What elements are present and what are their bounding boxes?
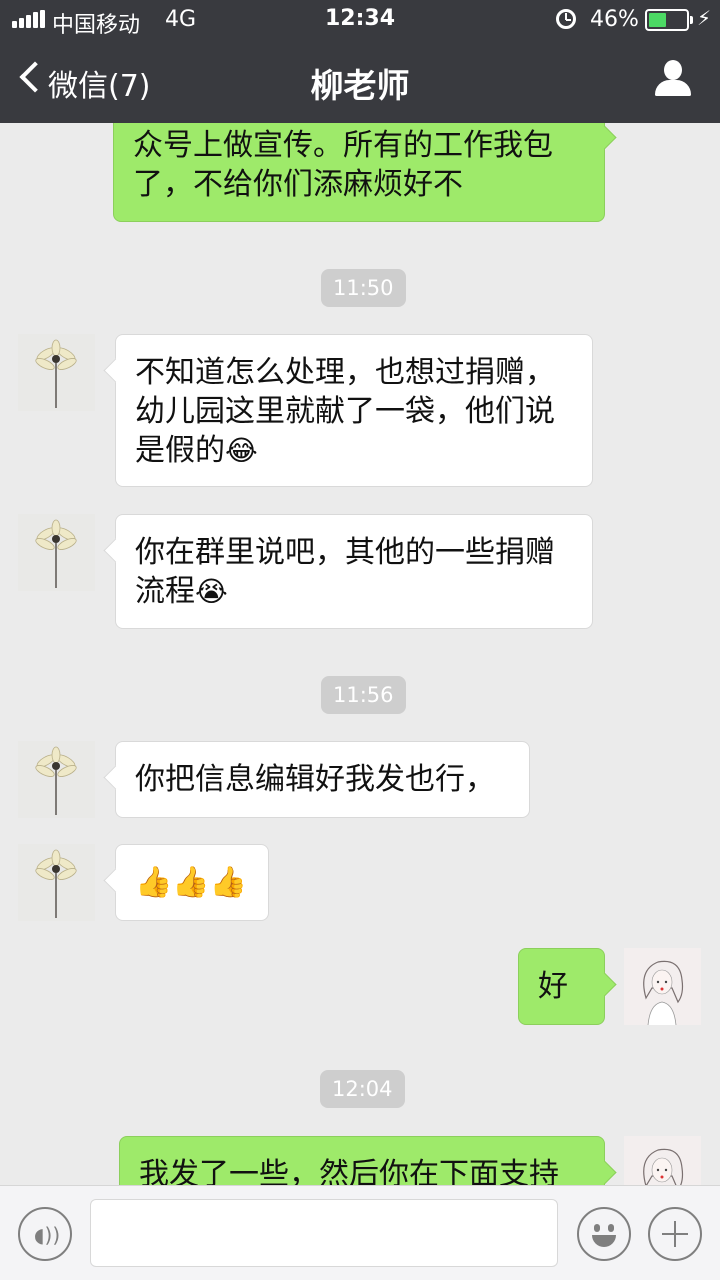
message-bubble[interactable]: 我发了一些，然后你在下面支持 [119,1136,605,1185]
message-text: 你在群里说吧，其他的一些捐赠 流程😭 [135,535,555,609]
message-bubble[interactable]: 你把信息编辑好我发也行， [115,741,530,818]
voice-icon[interactable]: ◖)) [18,1207,72,1261]
timestamp: 12:04 [320,1070,405,1108]
message-input[interactable] [90,1199,558,1267]
top-bar: 中国移动 4G 12:34 46% ⚡ 微信(7) 柳老师 [0,0,720,123]
message-bubble[interactable]: 👍👍👍 [115,844,269,921]
alarm-icon [556,9,576,29]
battery-icon [645,9,693,31]
timestamp: 11:56 [321,676,406,714]
message-text: 我发了一些，然后你在下面支持 [139,1157,559,1185]
thumbs-up-emoji: 👍👍👍 [135,865,248,900]
emoji-icon[interactable] [577,1207,631,1261]
avatar[interactable] [18,844,95,921]
profile-icon[interactable] [654,60,692,100]
status-bar: 中国移动 4G 12:34 46% ⚡ [0,0,720,40]
message-text: 不知道怎么处理，也想过捐赠， 幼儿园这里就献了一袋，他们说 是假的😂 [135,355,555,468]
timestamp: 11:50 [321,269,406,307]
chat-area[interactable]: 众号上做宣传。所有的工作我包 了，不给你们添麻烦好不 11:50 不知道怎么处理… [0,123,720,1185]
message-bubble[interactable]: 好 [518,948,605,1025]
chat-title: 柳老师 [310,66,410,105]
avatar[interactable] [18,741,95,818]
message-bubble[interactable]: 你在群里说吧，其他的一些捐赠 流程😭 [115,514,593,629]
avatar[interactable] [624,1136,701,1185]
charging-icon: ⚡ [697,6,712,30]
battery-percent: 46% [590,7,639,32]
message-bubble[interactable]: 不知道怎么处理，也想过捐赠， 幼儿园这里就献了一袋，他们说 是假的😂 [115,334,593,487]
nav-bar: 微信(7) 柳老师 [0,40,720,123]
message-text: 好 [538,969,568,1004]
crying-emoji: 😭 [195,575,228,608]
plus-icon[interactable] [648,1207,702,1261]
laughing-emoji: 😂 [225,434,258,467]
input-bar: ◖)) [0,1185,720,1280]
message-text: 你把信息编辑好我发也行， [135,762,495,797]
avatar[interactable] [18,514,95,591]
avatar[interactable] [624,948,701,1025]
avatar[interactable] [18,334,95,411]
message-text: 众号上做宣传。所有的工作我包 了，不给你们添麻烦好不 [133,128,553,202]
message-bubble[interactable]: 众号上做宣传。所有的工作我包 了，不给你们添麻烦好不 [113,123,605,222]
